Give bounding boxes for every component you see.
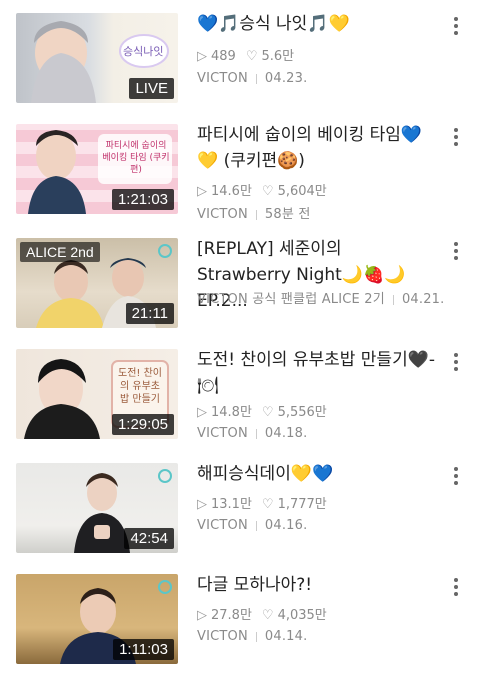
play-icon: ▷	[197, 497, 207, 512]
duration-badge: 1:11:03	[113, 639, 174, 660]
thumbnail-caption: 도전! 찬이의 유부초밥 만들기	[118, 368, 162, 405]
live-badge: LIVE	[129, 78, 174, 99]
video-item[interactable]: 도전! 찬이의 유부초밥 만들기 1:29:05 도전! 찬이의 유부초밥 만들…	[0, 349, 480, 449]
more-vert-icon[interactable]	[448, 465, 464, 487]
vlive-logo-icon	[158, 469, 172, 483]
video-date: 04.23.	[264, 71, 308, 86]
video-stats: ▷ 14.8만 ♡ 5,556만	[197, 401, 327, 420]
video-item[interactable]: 파티시에 숩이의 베이킹 타임 (쿠키편) 1:21:03 파티시에 숩이의 베…	[0, 124, 480, 224]
play-count: 489	[211, 49, 236, 64]
play-icon: ▷	[197, 49, 207, 64]
video-thumbnail[interactable]: 42:54	[16, 463, 178, 553]
video-date: 04.16.	[264, 518, 308, 533]
video-channel-row: VICTON 58분 전	[197, 203, 311, 222]
more-vert-icon[interactable]	[448, 240, 464, 262]
video-item[interactable]: ALICE 2nd 21:11 [REPLAY] 세준이의 Strawberry…	[0, 238, 480, 338]
like-count: 4,035만	[277, 608, 327, 623]
video-item[interactable]: 1:11:03 다글 모하나아?! ▷ 27.8만 ♡ 4,035만 VICTON 04…	[0, 574, 480, 674]
video-stats: ▷ 27.8만 ♡ 4,035만	[197, 604, 327, 623]
play-icon: ▷	[197, 405, 207, 420]
more-vert-icon[interactable]	[448, 15, 464, 37]
video-item[interactable]: 승식나잇 LIVE 💙🎵승식 나잇🎵💛 ▷ 489 ♡ 5.6만 VICTON 04.2…	[0, 13, 480, 113]
channel-name: VICTON	[197, 71, 248, 86]
heart-icon: ♡	[245, 49, 258, 64]
video-title[interactable]: 💙🎵승식 나잇🎵💛	[197, 11, 437, 37]
video-date: 04.14.	[264, 629, 308, 644]
play-icon: ▷	[197, 608, 207, 623]
video-channel-row: VICTON 04.18.	[197, 426, 307, 441]
more-vert-icon[interactable]	[448, 351, 464, 373]
duration-badge: 1:21:03	[111, 189, 174, 210]
video-stats: ▷ 14.6만 ♡ 5,604만	[197, 180, 327, 199]
duration-badge: 21:11	[125, 303, 174, 324]
heart-icon: ♡	[261, 608, 274, 623]
like-count: 1,777만	[277, 497, 327, 512]
video-thumbnail[interactable]: 파티시에 숩이의 베이킹 타임 (쿠키편) 1:21:03	[16, 124, 178, 214]
like-count: 5.6만	[261, 49, 295, 64]
video-item[interactable]: 42:54 해피승식데이💛💙 ▷ 13.1만 ♡ 1,777만 VICTON 04.16…	[0, 463, 480, 563]
video-title[interactable]: 해피승식데이💛💙	[197, 461, 437, 487]
channel-name: VICTON	[197, 629, 248, 644]
play-icon: ▷	[197, 184, 207, 199]
like-count: 5,604만	[277, 184, 327, 199]
video-date: 04.18.	[264, 426, 308, 441]
heart-icon: ♡	[261, 405, 274, 420]
channel-name: VICTON	[197, 207, 248, 222]
video-thumbnail[interactable]: 1:11:03	[16, 574, 178, 664]
play-count: 13.1만	[211, 497, 252, 512]
video-thumbnail[interactable]: ALICE 2nd 21:11	[16, 238, 178, 328]
video-thumbnail[interactable]: 도전! 찬이의 유부초밥 만들기 1:29:05	[16, 349, 178, 439]
video-title[interactable]: 다글 모하나아?!	[197, 572, 437, 598]
channel-name: VICTON 공식 팬클럽 ALICE 2기	[197, 292, 385, 307]
video-date: 04.21.	[401, 292, 445, 307]
video-channel-row: VICTON 공식 팬클럽 ALICE 2기 04.21.	[197, 288, 445, 307]
video-channel-row: VICTON 04.16.	[197, 518, 307, 533]
video-thumbnail[interactable]: 승식나잇 LIVE	[16, 13, 178, 103]
channel-name: VICTON	[197, 518, 248, 533]
duration-badge: 1:29:05	[111, 414, 174, 435]
channel-name: VICTON	[197, 426, 248, 441]
vlive-logo-icon	[158, 244, 172, 258]
vlive-logo-icon	[158, 580, 172, 594]
duration-badge: 42:54	[124, 528, 174, 549]
heart-icon: ♡	[261, 184, 274, 199]
like-count: 5,556만	[277, 405, 327, 420]
more-vert-icon[interactable]	[448, 576, 464, 598]
channel-badge: ALICE 2nd	[20, 242, 100, 262]
video-channel-row: VICTON 04.23.	[197, 71, 307, 86]
play-count: 14.6만	[211, 184, 252, 199]
thumbnail-caption: 파티시에 숩이의 베이킹 타임 (쿠키편)	[102, 141, 170, 175]
video-channel-row: VICTON 04.14.	[197, 629, 307, 644]
video-title[interactable]: 파티시에 숩이의 베이킹 타임💙💛 (쿠키편🍪)	[197, 122, 437, 174]
more-vert-icon[interactable]	[448, 126, 464, 148]
thumbnail-caption: 승식나잇	[123, 45, 164, 58]
video-stats: ▷ 13.1만 ♡ 1,777만	[197, 493, 327, 512]
video-stats: ▷ 489 ♡ 5.6만	[197, 45, 294, 64]
play-count: 27.8만	[211, 608, 252, 623]
play-count: 14.8만	[211, 405, 252, 420]
video-title[interactable]: 도전! 찬이의 유부초밥 만들기🖤-🍽	[197, 347, 437, 399]
heart-icon: ♡	[261, 497, 274, 512]
video-date: 58분 전	[264, 207, 311, 222]
